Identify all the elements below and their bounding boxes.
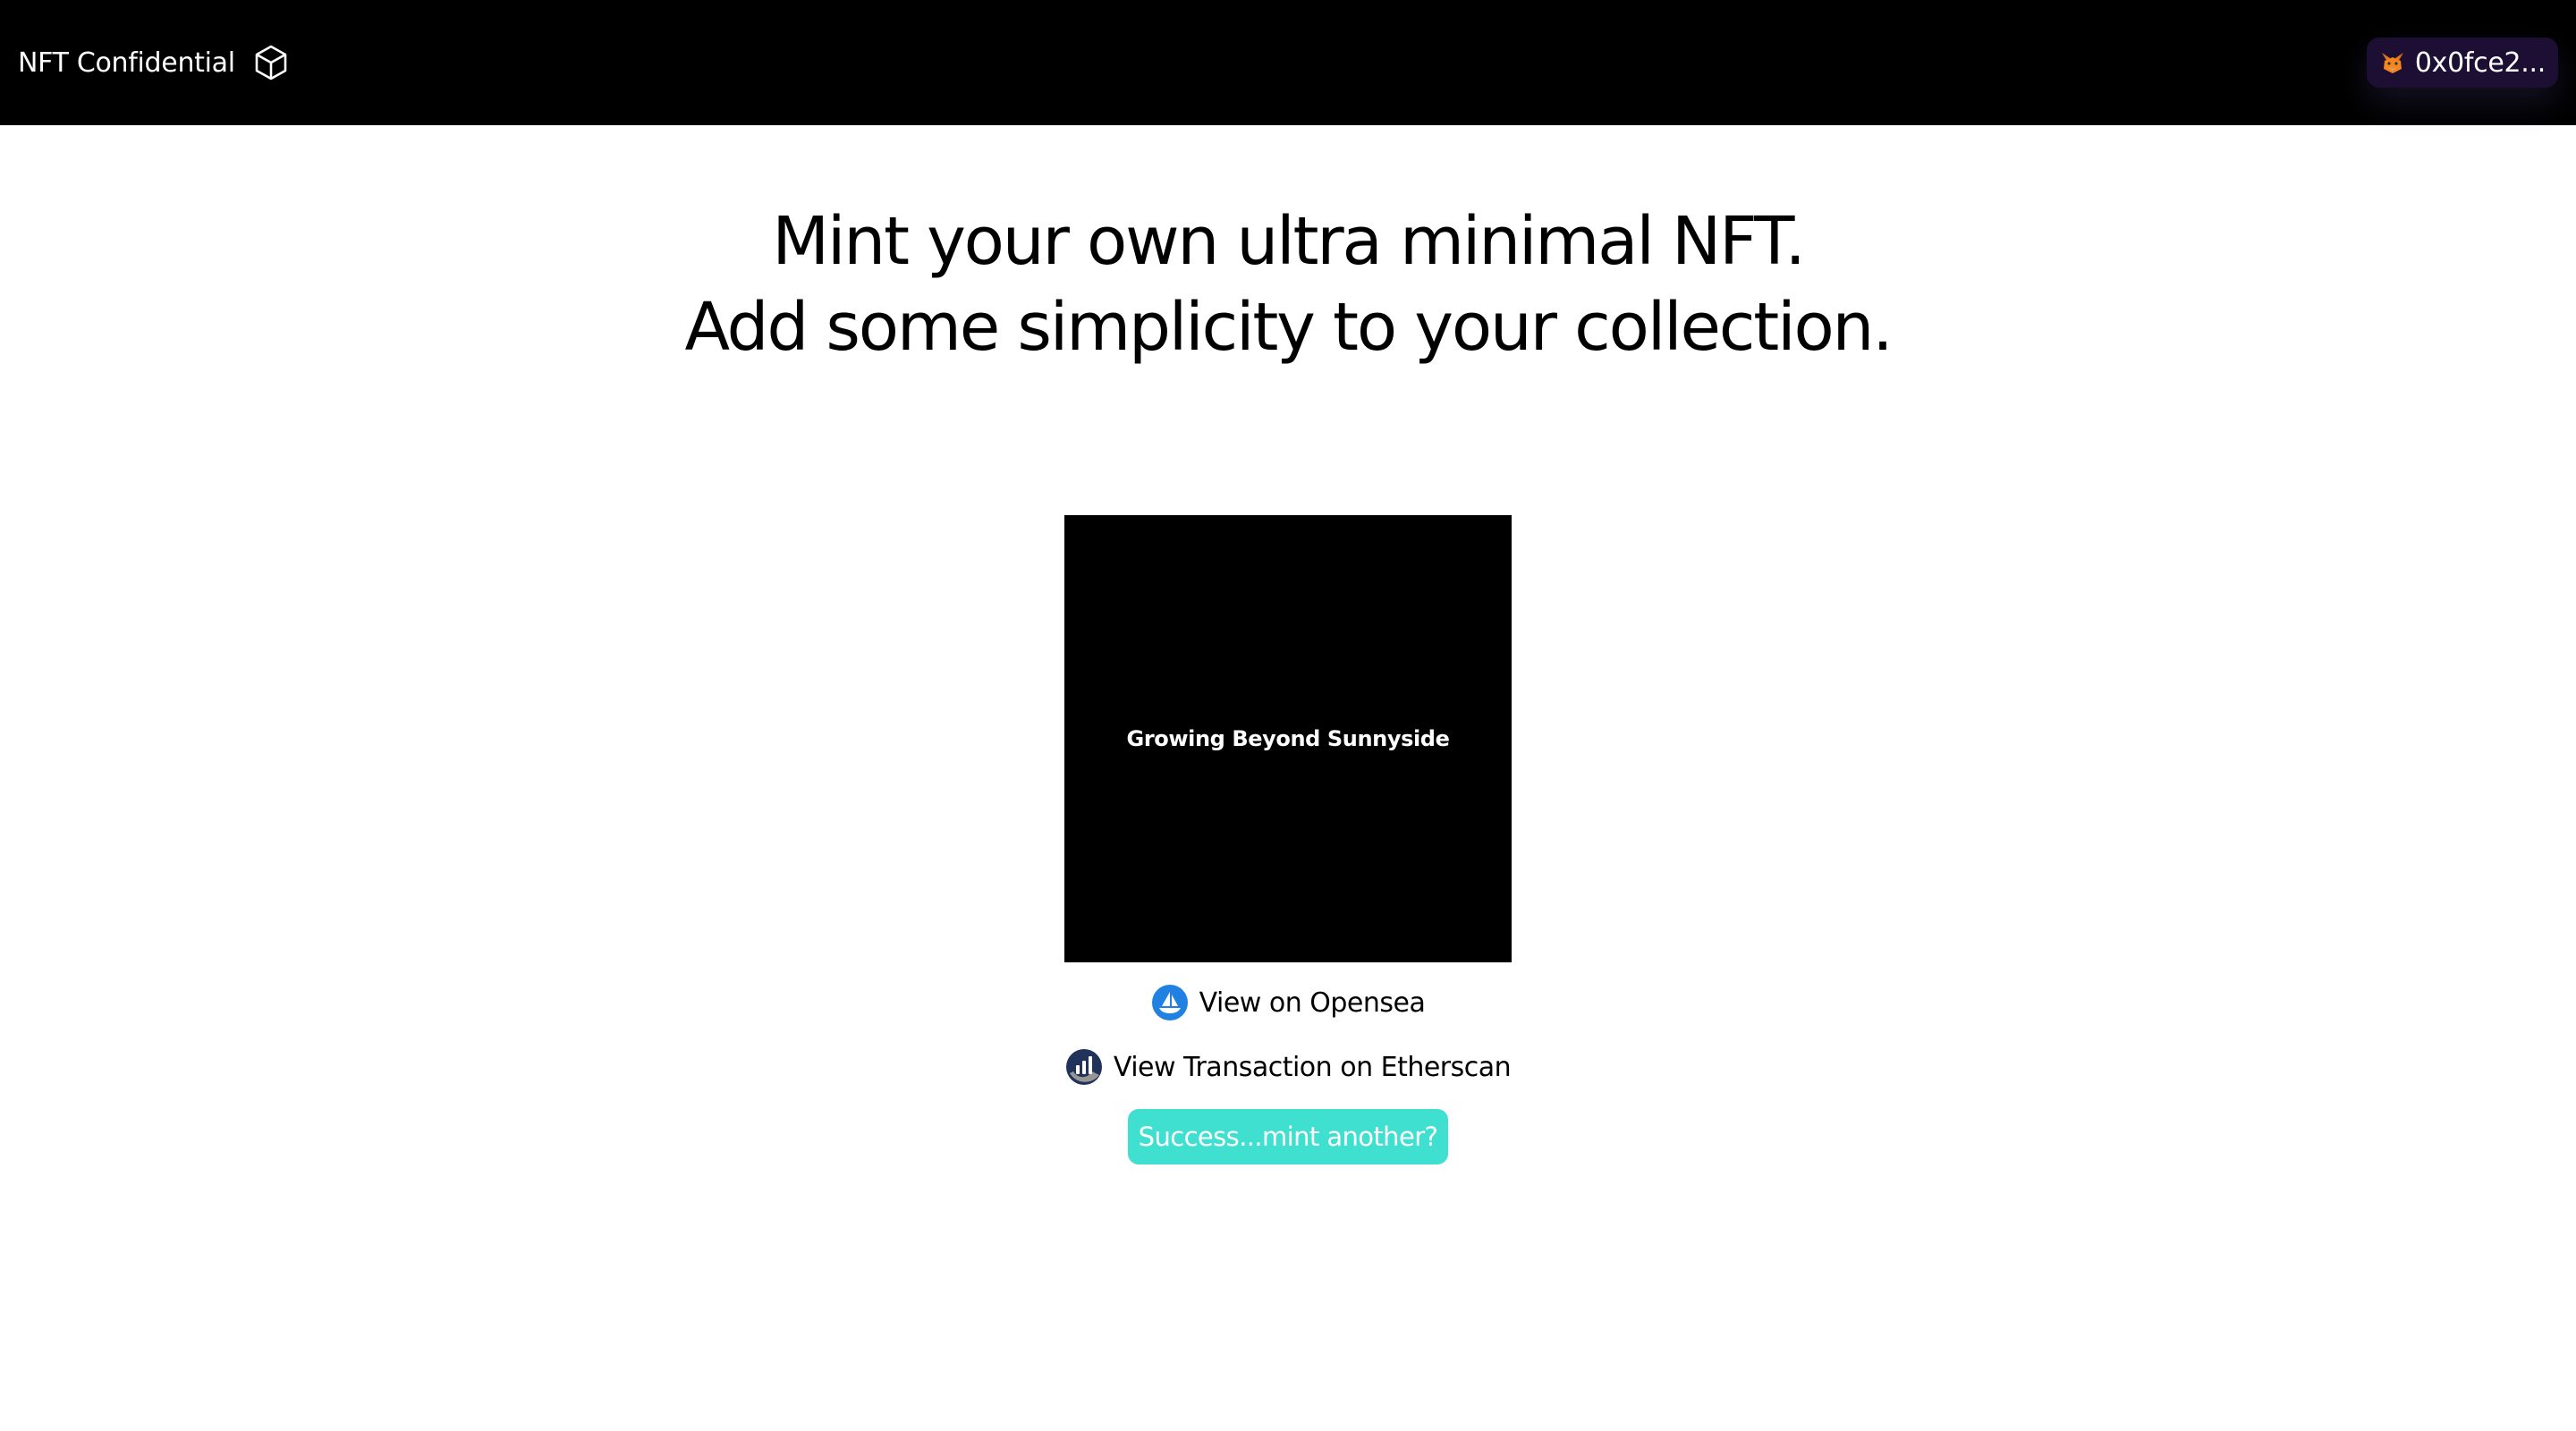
opensea-link-label: View on Opensea — [1199, 986, 1426, 1019]
opensea-icon — [1151, 985, 1188, 1020]
view-on-etherscan-link[interactable]: View Transaction on Etherscan — [0, 1047, 2576, 1087]
nft-text: Growing Beyond Sunnyside — [1126, 726, 1450, 751]
hero-line-2: Add some simplicity to your collection. — [684, 289, 1893, 366]
etherscan-icon — [1065, 1049, 1102, 1085]
brand-link[interactable]: NFT Confidential — [18, 36, 291, 89]
mint-button-row: Success...mint another? — [0, 1109, 2576, 1164]
view-on-opensea-link[interactable]: View on Opensea — [0, 983, 2576, 1022]
cube-icon — [255, 45, 287, 80]
hero-heading: Mint your own ultra minimal NFT. Add som… — [0, 199, 2576, 370]
metamask-fox-icon — [2381, 53, 2403, 73]
etherscan-link-label: View Transaction on Etherscan — [1113, 1051, 1512, 1083]
mint-another-button[interactable]: Success...mint another? — [1127, 1109, 1449, 1164]
wallet-address: 0x0fce2... — [2414, 47, 2546, 79]
top-navbar: NFT Confidential 0x0fce2... — [0, 0, 2576, 125]
wallet-address-button[interactable]: 0x0fce2... — [2366, 38, 2558, 88]
brand-name: NFT Confidential — [18, 47, 235, 79]
nft-preview: Growing Beyond Sunnyside — [1064, 515, 1512, 962]
hero-line-1: Mint your own ultra minimal NFT. — [772, 203, 1806, 280]
